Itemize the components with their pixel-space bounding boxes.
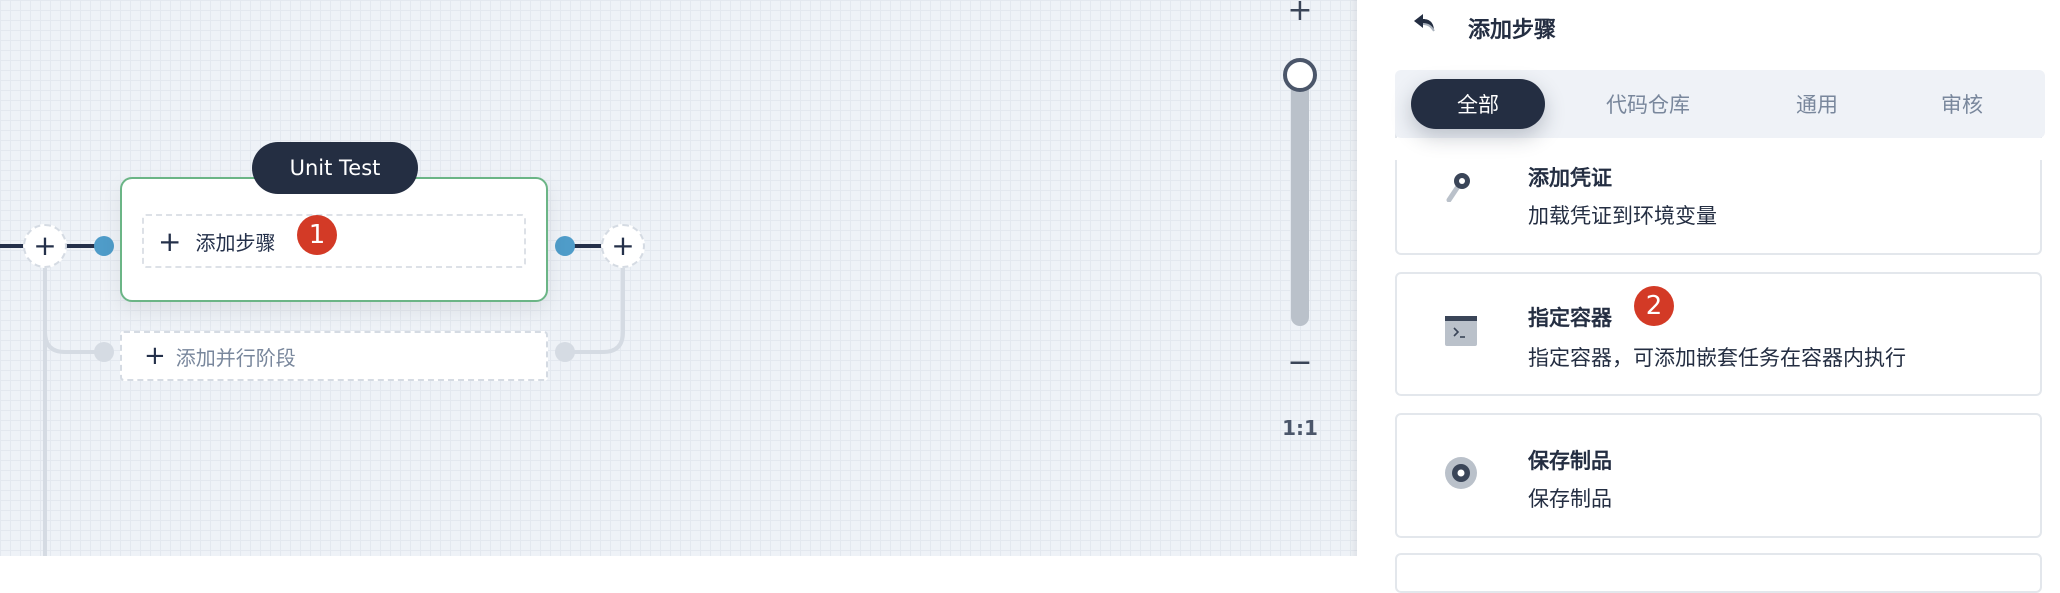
card-description: 加载凭证到环境变量	[1528, 204, 1717, 228]
add-parallel-stage-button[interactable]: + 添加并行阶段	[120, 331, 548, 381]
zoom-out-button[interactable]: −	[1285, 348, 1315, 378]
card-title: 指定容器	[1528, 306, 1612, 330]
card-title: 添加凭证	[1528, 166, 1612, 190]
stage-input-dot	[94, 236, 114, 256]
category-tabs: 全部 代码仓库 通用 审核	[1395, 70, 2045, 138]
tab-all[interactable]: 全部	[1411, 79, 1545, 129]
zoom-reset-button[interactable]: 1:1	[1280, 416, 1320, 440]
step-card-specify-container[interactable]: 指定容器 指定容器，可添加嵌套任务在容器内执行 2	[1395, 272, 2042, 396]
step-badge-1: 1	[297, 215, 337, 255]
stage-output-dot	[555, 236, 575, 256]
key-icon	[1446, 173, 1470, 202]
card-description: 指定容器，可添加嵌套任务在容器内执行	[1528, 346, 1906, 370]
plus-icon: +	[33, 229, 57, 262]
plus-icon: +	[144, 341, 166, 371]
card-description: 保存制品	[1528, 487, 1612, 511]
card-title: 保存制品	[1528, 449, 1612, 473]
tab-code-repo[interactable]: 代码仓库	[1578, 79, 1718, 129]
zoom-slider-track[interactable]	[1291, 76, 1309, 326]
panel-title: 添加步骤	[1468, 18, 1557, 43]
add-stage-before-button[interactable]: +	[23, 224, 67, 268]
scroll-mask	[1357, 138, 2060, 160]
parallel-output-dot	[555, 342, 575, 362]
artifact-icon	[1445, 457, 1477, 489]
step-card-next[interactable]	[1395, 553, 2042, 593]
terminal-icon	[1445, 316, 1477, 346]
tab-general[interactable]: 通用	[1767, 79, 1867, 129]
plus-icon: +	[158, 224, 182, 258]
back-icon[interactable]	[1412, 12, 1438, 39]
pipeline-canvas[interactable]: + + Unit Test + 添加步骤 1 + 添加并行阶段 + − 1:1	[0, 0, 1357, 556]
add-stage-after-button[interactable]: +	[601, 224, 645, 268]
step-card-save-artifact[interactable]: 保存制品 保存制品	[1395, 413, 2042, 538]
stage-title[interactable]: Unit Test	[252, 142, 418, 194]
tab-review[interactable]: 审核	[1912, 79, 2012, 129]
parallel-input-dot	[94, 342, 114, 362]
plus-icon: +	[611, 229, 635, 262]
add-parallel-label: 添加并行阶段	[175, 345, 296, 370]
step-badge-2: 2	[1634, 286, 1674, 326]
zoom-in-button[interactable]: +	[1285, 0, 1315, 26]
zoom-slider-handle[interactable]	[1283, 58, 1317, 92]
add-step-label: 添加步骤	[195, 230, 276, 255]
